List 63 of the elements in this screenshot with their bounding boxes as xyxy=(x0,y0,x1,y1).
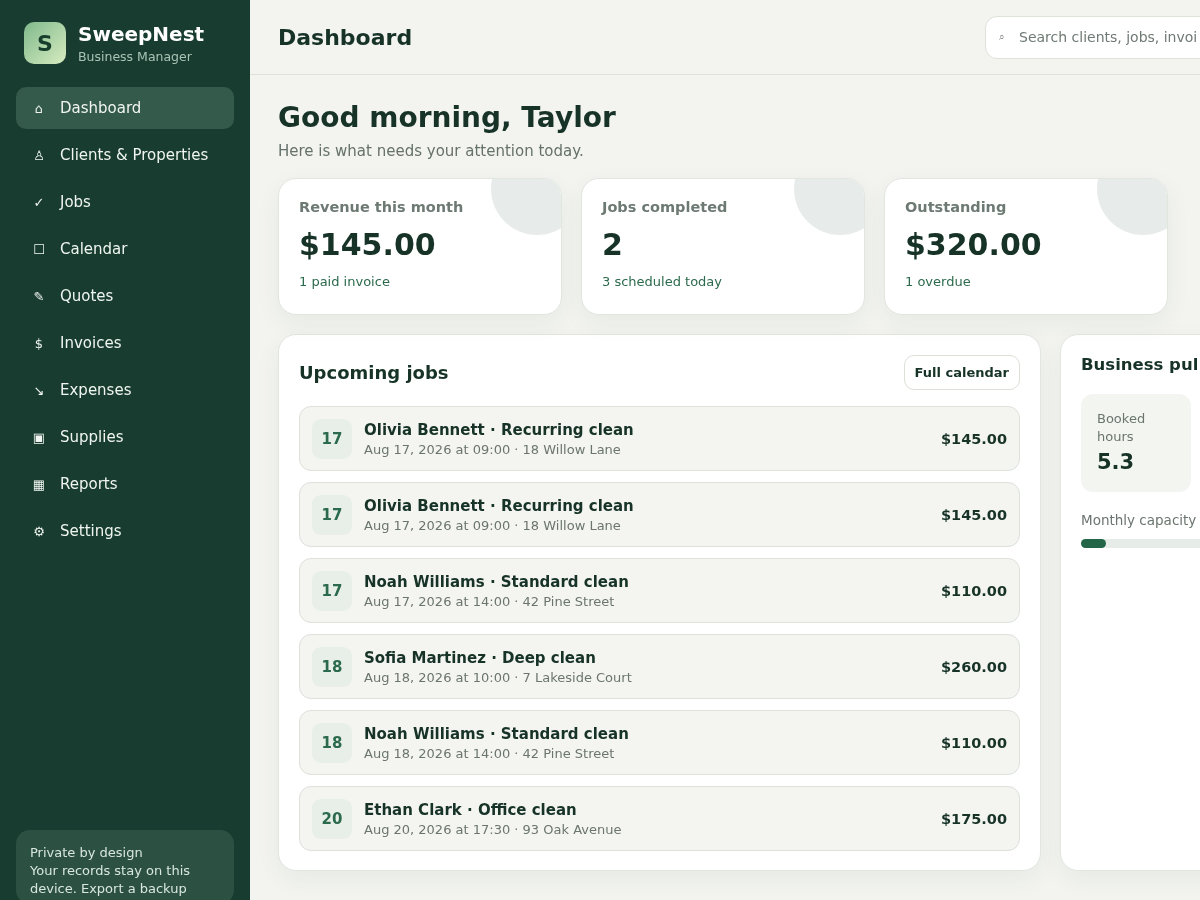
job-row[interactable]: 18 Sofia Martinez · Deep clean Aug 18, 2026 at 10:00 · 7 Lakeside Court $260.00 xyxy=(299,634,1020,699)
nav-item[interactable]: ▣ Supplies xyxy=(16,416,234,458)
job-row[interactable]: 17 Noah Williams · Standard clean Aug 17, 2026 at 14:00 · 42 Pine Street $110.00 xyxy=(299,558,1020,623)
stat-label: Outstanding xyxy=(905,199,1008,215)
job-details: Aug 20, 2026 at 17:30 · 93 Oak Avenue xyxy=(364,821,622,837)
nav-item[interactable]: ☐ Calendar xyxy=(16,228,234,270)
job-details: Aug 17, 2026 at 09:00 · 18 Willow Lane xyxy=(364,517,622,533)
job-row[interactable]: 17 Olivia Bennett · Recurring clean Aug 17, 2026 at 09:00 · 18 Willow Lane $145.00 xyxy=(299,482,1020,547)
job-row[interactable]: 18 Noah Williams · Standard clean Aug 18, 2026 at 14:00 · 42 Pine Street $110.00 xyxy=(299,710,1020,775)
date-badge: 18 xyxy=(312,722,352,763)
nav-item[interactable]: ♙ Clients & Properties xyxy=(16,134,234,176)
card-title: Business pul xyxy=(1081,355,1200,374)
stat-note: 1 paid invoice xyxy=(299,274,391,289)
logo: S xyxy=(24,22,66,64)
greeting-title: Good morning, Taylor xyxy=(278,101,617,134)
job-title: Olivia Bennett · Recurring clean xyxy=(364,420,634,439)
job-details: Aug 17, 2026 at 09:00 · 18 Willow Lane xyxy=(364,441,622,457)
job-row[interactable]: 20 Ethan Clark · Office clean Aug 20, 2026 at 17:30 · 93 Oak Avenue $175.00 xyxy=(299,786,1020,851)
capacity-label: Monthly capacity xyxy=(1081,512,1198,528)
stat-value: 2 xyxy=(602,227,624,262)
stat-note: 3 scheduled today xyxy=(602,274,723,289)
job-details: Aug 18, 2026 at 10:00 · 7 Lakeside Court xyxy=(364,669,632,685)
job-amount: $260.00 xyxy=(940,658,1007,675)
nav-item[interactable]: ⚙ Settings xyxy=(16,510,234,552)
stat-value: $145.00 xyxy=(299,227,437,262)
brand-subtitle: Business Manager xyxy=(78,49,193,64)
nav-item[interactable]: ↘ Expenses xyxy=(16,369,234,411)
job-amount: $175.00 xyxy=(940,810,1007,827)
job-details: Aug 17, 2026 at 14:00 · 42 Pine Street xyxy=(364,593,616,609)
brand-name: SweepNest xyxy=(78,22,205,46)
full-calendar-button[interactable]: Full calendar xyxy=(903,355,1020,390)
stat-value: $320.00 xyxy=(905,227,1043,262)
nav-item[interactable]: ✓ Jobs xyxy=(16,181,234,223)
date-badge: 17 xyxy=(312,418,352,459)
date-badge: 20 xyxy=(312,798,352,839)
job-amount: $145.00 xyxy=(940,506,1007,523)
page-title: Dashboard xyxy=(278,24,413,50)
greeting-subtitle: Here is what needs your attention today. xyxy=(278,142,585,160)
job-details: Aug 18, 2026 at 14:00 · 42 Pine Street xyxy=(364,745,616,761)
stat-label: Jobs completed xyxy=(602,199,729,215)
date-badge: 18 xyxy=(312,646,352,687)
privacy-note: Private by design Your records stay on this device. Export a backup xyxy=(16,830,234,900)
nav-item[interactable]: $ Invoices xyxy=(16,322,234,364)
job-title: Olivia Bennett · Recurring clean xyxy=(364,496,634,515)
date-badge: 17 xyxy=(312,570,352,611)
card-title: Upcoming jobs xyxy=(299,362,449,383)
metric-value: 5.3 xyxy=(1097,450,1136,474)
job-title: Ethan Clark · Office clean xyxy=(364,800,578,819)
job-amount: $110.00 xyxy=(940,582,1007,599)
nav-item[interactable]: ✎ Quotes xyxy=(16,275,234,317)
job-amount: $145.00 xyxy=(940,430,1007,447)
job-amount: $110.00 xyxy=(940,734,1007,751)
search-field[interactable]: ⌕ Search clients, jobs, invoi xyxy=(985,15,1200,59)
nav-item[interactable]: ▦ Reports xyxy=(16,463,234,505)
job-row[interactable]: 17 Olivia Bennett · Recurring clean Aug 17, 2026 at 09:00 · 18 Willow Lane $145.00 xyxy=(299,406,1020,471)
date-badge: 17 xyxy=(312,494,352,535)
job-title: Noah Williams · Standard clean xyxy=(364,572,629,591)
stat-note: 1 overdue xyxy=(905,274,972,289)
stat-label: Revenue this month xyxy=(299,199,465,215)
job-title: Noah Williams · Standard clean xyxy=(364,724,629,743)
job-title: Sofia Martinez · Deep clean xyxy=(364,648,597,667)
metric-label: Booked hours xyxy=(1097,410,1147,446)
nav-item[interactable]: ⌂ Dashboard xyxy=(16,87,234,129)
